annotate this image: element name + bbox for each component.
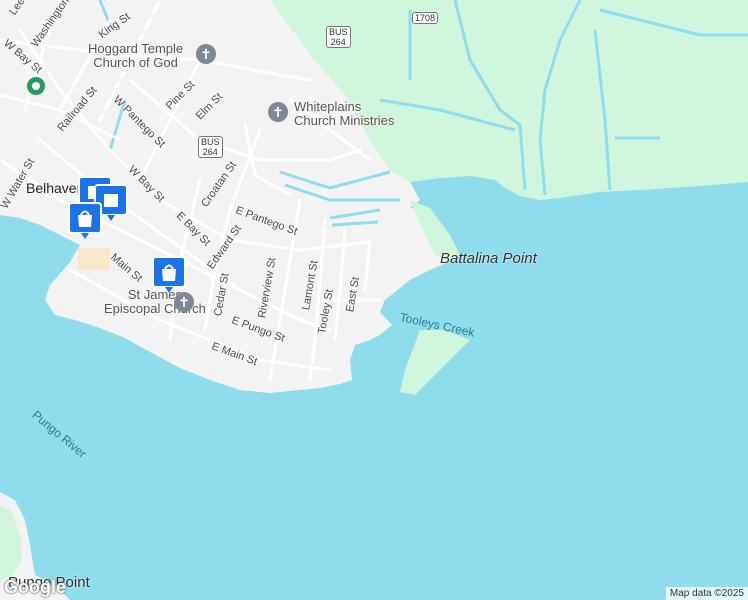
map-attribution[interactable]: Map data ©2025 xyxy=(665,587,748,600)
hoggard-line1: Hoggard Temple xyxy=(88,41,184,56)
hoggard-line2: Church of God xyxy=(93,55,178,70)
downtown-area xyxy=(78,248,110,270)
shield-bus-label: BUS xyxy=(329,27,348,37)
shopping-pin-icon[interactable] xyxy=(152,256,186,294)
park-marker-icon[interactable] xyxy=(26,76,46,96)
whiteplains-line1: Whiteplains xyxy=(294,99,362,114)
shield-route-label: 264 xyxy=(330,37,346,47)
shopping-pin-icon[interactable] xyxy=(68,202,102,240)
church-icon[interactable]: ✝ xyxy=(196,44,216,64)
shield-bus-label: BUS xyxy=(201,137,220,147)
church-icon[interactable]: ✝ xyxy=(174,292,194,312)
google-logo: Google xyxy=(4,577,66,597)
whiteplains-line2: Church Ministries xyxy=(294,113,395,128)
county-road-shield: 1708 xyxy=(412,12,439,24)
route-shield-bus-264-top: BUS 264 xyxy=(326,26,351,48)
battalina-point-label: Battalina Point xyxy=(440,250,537,267)
church-icon[interactable]: ✝ xyxy=(268,102,288,122)
route-shield-bus-264-mid: BUS 264 xyxy=(198,136,223,158)
hoggard-temple-label[interactable]: Hoggard Temple Church of God xyxy=(88,42,183,70)
town-label: Belhaven xyxy=(26,180,85,196)
shield-route-label: 264 xyxy=(202,147,218,157)
whiteplains-label[interactable]: Whiteplains Church Ministries xyxy=(294,100,394,128)
